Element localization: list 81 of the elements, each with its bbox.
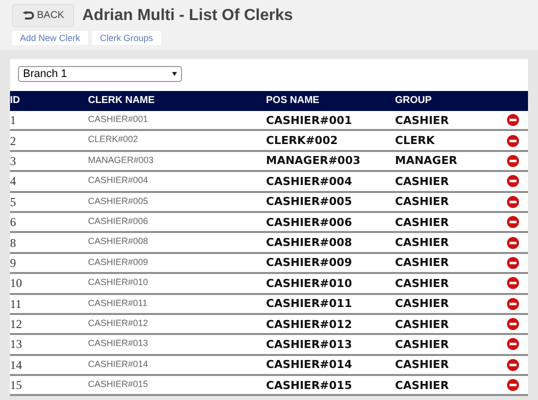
table-cell: CASHIER	[395, 378, 449, 392]
table-cell: MANAGER	[395, 154, 458, 168]
table-cell: CASHIER#005	[88, 196, 148, 206]
column-header: GROUP	[395, 95, 432, 106]
table-cell: CASHIER#014	[88, 358, 148, 369]
delete-icon[interactable]	[507, 175, 519, 188]
page-title: Adrian Multi - List Of Clerks	[82, 6, 293, 24]
toolbar-button[interactable]: Clerk Groups	[92, 31, 162, 45]
table-cell: CASHIER#012	[88, 318, 148, 328]
table-cell: CASHIER#006	[266, 216, 352, 229]
delete-icon[interactable]	[507, 298, 519, 310]
table-cell: CASHIER#001	[266, 114, 352, 127]
back-arrow-icon	[22, 11, 34, 20]
table-cell: CASHIER	[395, 195, 449, 208]
table-cell: CASHIER#012	[266, 318, 352, 331]
table-cell: CASHIER#010	[266, 276, 352, 290]
table-cell: CASHIER#009	[266, 256, 352, 270]
column-header: ID	[10, 95, 20, 106]
table-cell: 9	[10, 256, 16, 270]
table-cell: 4	[10, 174, 16, 188]
table-cell: CASHIER	[395, 216, 449, 229]
table-cell: 8	[10, 236, 16, 250]
table-cell: 3	[10, 154, 16, 168]
dropdown-arrow-icon	[172, 72, 177, 76]
table-cell: CASHIER#005	[266, 195, 352, 208]
table-cell: 6	[10, 215, 16, 230]
branch-dropdown[interactable]: Branch 1	[18, 66, 182, 82]
table-cell: 1	[10, 113, 16, 128]
delete-icon[interactable]	[507, 318, 519, 330]
table-cell: CASHIER#009	[88, 256, 148, 267]
toolbar-button[interactable]: Add New Clerk	[12, 31, 88, 45]
table-cell: CASHIER#004	[88, 175, 148, 186]
table-cell: CLERK	[395, 134, 435, 148]
delete-icon[interactable]	[507, 154, 519, 167]
table-cell: CASHIER#015	[88, 379, 148, 390]
table-cell: CASHIER	[395, 297, 449, 310]
delete-icon[interactable]	[507, 277, 519, 290]
table-cell: CASHIER#004	[266, 174, 352, 188]
table-cell: MANAGER#003	[266, 154, 360, 168]
delete-icon[interactable]	[507, 256, 519, 269]
table-cell: 13	[10, 337, 22, 352]
table-cell: CASHIER#008	[266, 236, 352, 250]
table-cell: CASHIER#006	[88, 216, 148, 226]
table-cell: CASHIER	[395, 256, 449, 270]
table-cell: CASHIER#014	[266, 358, 352, 372]
table-cell: CASHIER	[395, 318, 449, 331]
table-cell: MANAGER#003	[88, 154, 154, 165]
delete-icon[interactable]	[507, 379, 519, 392]
table-cell: CASHIER	[395, 114, 449, 127]
table-cell: 15	[10, 378, 22, 392]
table-cell: 5	[10, 194, 16, 209]
table-cell: CASHIER#013	[88, 338, 148, 348]
table-cell: CASHIER	[395, 236, 449, 250]
delete-icon[interactable]	[507, 216, 519, 228]
delete-icon[interactable]	[507, 358, 519, 371]
table-cell: CLERK#002	[88, 134, 138, 144]
column-header: CLERK NAME	[88, 95, 155, 106]
delete-icon[interactable]	[507, 134, 519, 147]
table-cell: 14	[10, 358, 22, 372]
table-cell: CASHIER	[395, 358, 449, 372]
table-cell: CASHIER#011	[88, 298, 148, 308]
table-cell: CASHIER#010	[88, 277, 148, 288]
table-cell: CASHIER	[395, 174, 449, 188]
table-cell: 2	[10, 134, 16, 148]
table-cell: CASHIER#008	[88, 236, 148, 246]
delete-icon[interactable]	[507, 196, 519, 208]
table-cell: 11	[10, 296, 22, 311]
table-cell: CASHIER#011	[266, 297, 352, 310]
table-cell: CASHIER#001	[88, 114, 148, 124]
delete-icon[interactable]	[507, 114, 519, 126]
back-button[interactable]: BACK	[12, 4, 74, 27]
delete-icon[interactable]	[507, 338, 519, 350]
table-cell: CASHIER	[395, 338, 449, 351]
delete-icon[interactable]	[507, 236, 519, 249]
table-cell: CASHIER#015	[266, 378, 352, 392]
column-header: POS NAME	[266, 95, 320, 106]
table-cell: CASHIER	[395, 276, 449, 290]
table-cell: CASHIER#013	[266, 338, 352, 351]
table-cell: CLERK#002	[266, 134, 338, 148]
table-cell: 10	[10, 276, 22, 290]
table-cell: 12	[10, 317, 22, 332]
